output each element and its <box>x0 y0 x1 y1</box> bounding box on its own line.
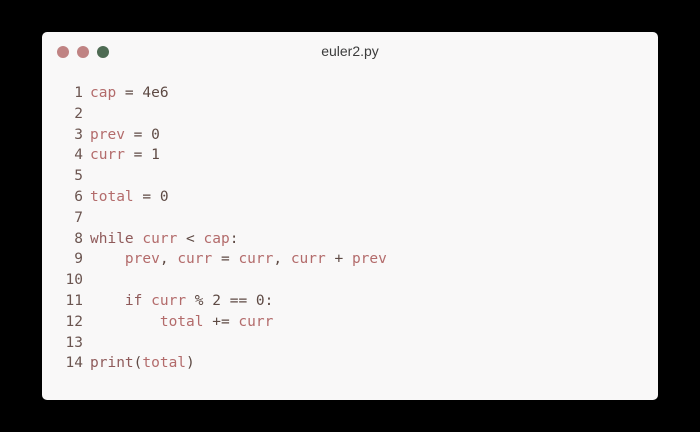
code-line: 7 <box>42 208 658 229</box>
code-token: curr <box>90 147 125 164</box>
window-title: euler2.py <box>321 43 379 59</box>
line-number: 13 <box>65 334 83 351</box>
code-token: curr <box>238 313 274 330</box>
code-token: % <box>186 292 213 309</box>
line-number: 14 <box>65 355 83 372</box>
code-token: = <box>212 251 239 268</box>
code-token: < <box>177 230 204 247</box>
line-number: 2 <box>74 105 83 122</box>
code-line: 9 prev, curr = curr, curr + prev <box>42 249 658 270</box>
code-line: 13 <box>42 333 658 354</box>
code-token: prev <box>90 126 125 143</box>
code-line: 3 prev = 0 <box>42 125 658 146</box>
code-line: 4 curr = 1 <box>42 145 658 166</box>
code-token: ) <box>186 355 195 372</box>
code-line: 8 while curr < cap: <box>42 229 658 250</box>
code-token: prev <box>351 251 387 268</box>
code-token: if <box>124 292 143 309</box>
code-token: curr <box>142 230 178 247</box>
line-number: 5 <box>74 168 83 185</box>
code-token: += <box>203 313 239 330</box>
line-number: 1 <box>74 85 83 101</box>
code-token: 0 <box>151 126 160 143</box>
code-token: + <box>325 251 352 268</box>
code-token: cap <box>90 85 117 101</box>
code-token: 2 <box>212 292 221 309</box>
code-token: total <box>90 188 134 205</box>
code-line: 14 print(total) <box>42 353 658 374</box>
code-token: : <box>229 230 239 247</box>
code-token: curr <box>238 251 274 268</box>
line-number: 4 <box>74 147 83 164</box>
code-token: = <box>124 126 152 143</box>
code-token: while <box>90 230 134 247</box>
code-token: total <box>142 355 187 372</box>
line-number: 9 <box>74 251 83 268</box>
code-token: curr <box>290 251 326 268</box>
code-token: = <box>133 188 160 205</box>
code-line: 5 <box>42 166 658 187</box>
code-token: 0 <box>159 188 169 205</box>
code-line: 2 <box>42 104 658 125</box>
line-number: 10 <box>65 272 83 289</box>
code-token: : <box>264 292 274 309</box>
code-token: curr <box>177 251 213 268</box>
code-line: 12 total += curr <box>42 312 658 333</box>
code-token: , <box>273 251 291 268</box>
line-number: 6 <box>74 188 83 205</box>
code-line: 11 if curr % 2 == 0: <box>42 291 658 312</box>
code-token: 4e6 <box>142 85 169 101</box>
line-number: 12 <box>65 313 83 330</box>
code-line: 6 total = 0 <box>42 187 658 208</box>
code-token: 1 <box>151 147 160 164</box>
editor-window: euler2.py 1 cap = 4e6 2 3 prev = 0 4 curr = 1 5… <box>42 32 658 400</box>
line-number: 7 <box>74 209 83 226</box>
line-number: 3 <box>74 126 83 143</box>
code-token: prev <box>124 251 160 268</box>
code-token: == <box>220 292 256 309</box>
line-number: 8 <box>74 230 83 247</box>
code-line: 10 <box>42 270 658 291</box>
line-number: 11 <box>65 292 83 309</box>
code-token: cap <box>203 230 230 247</box>
code-token: = <box>116 85 143 101</box>
code-token: print <box>90 355 134 372</box>
code-token: curr <box>151 292 187 309</box>
code-token: , <box>159 251 178 268</box>
code-token: = <box>124 147 152 164</box>
code-token: 0 <box>255 292 265 309</box>
title-bar: euler2.py <box>42 32 658 72</box>
code-area[interactable]: 1 cap = 4e6 2 3 prev = 0 4 curr = 1 5 6 total = 0… <box>42 83 658 374</box>
code-line: 1 cap = 4e6 <box>42 83 658 104</box>
code-token: total <box>159 313 204 330</box>
